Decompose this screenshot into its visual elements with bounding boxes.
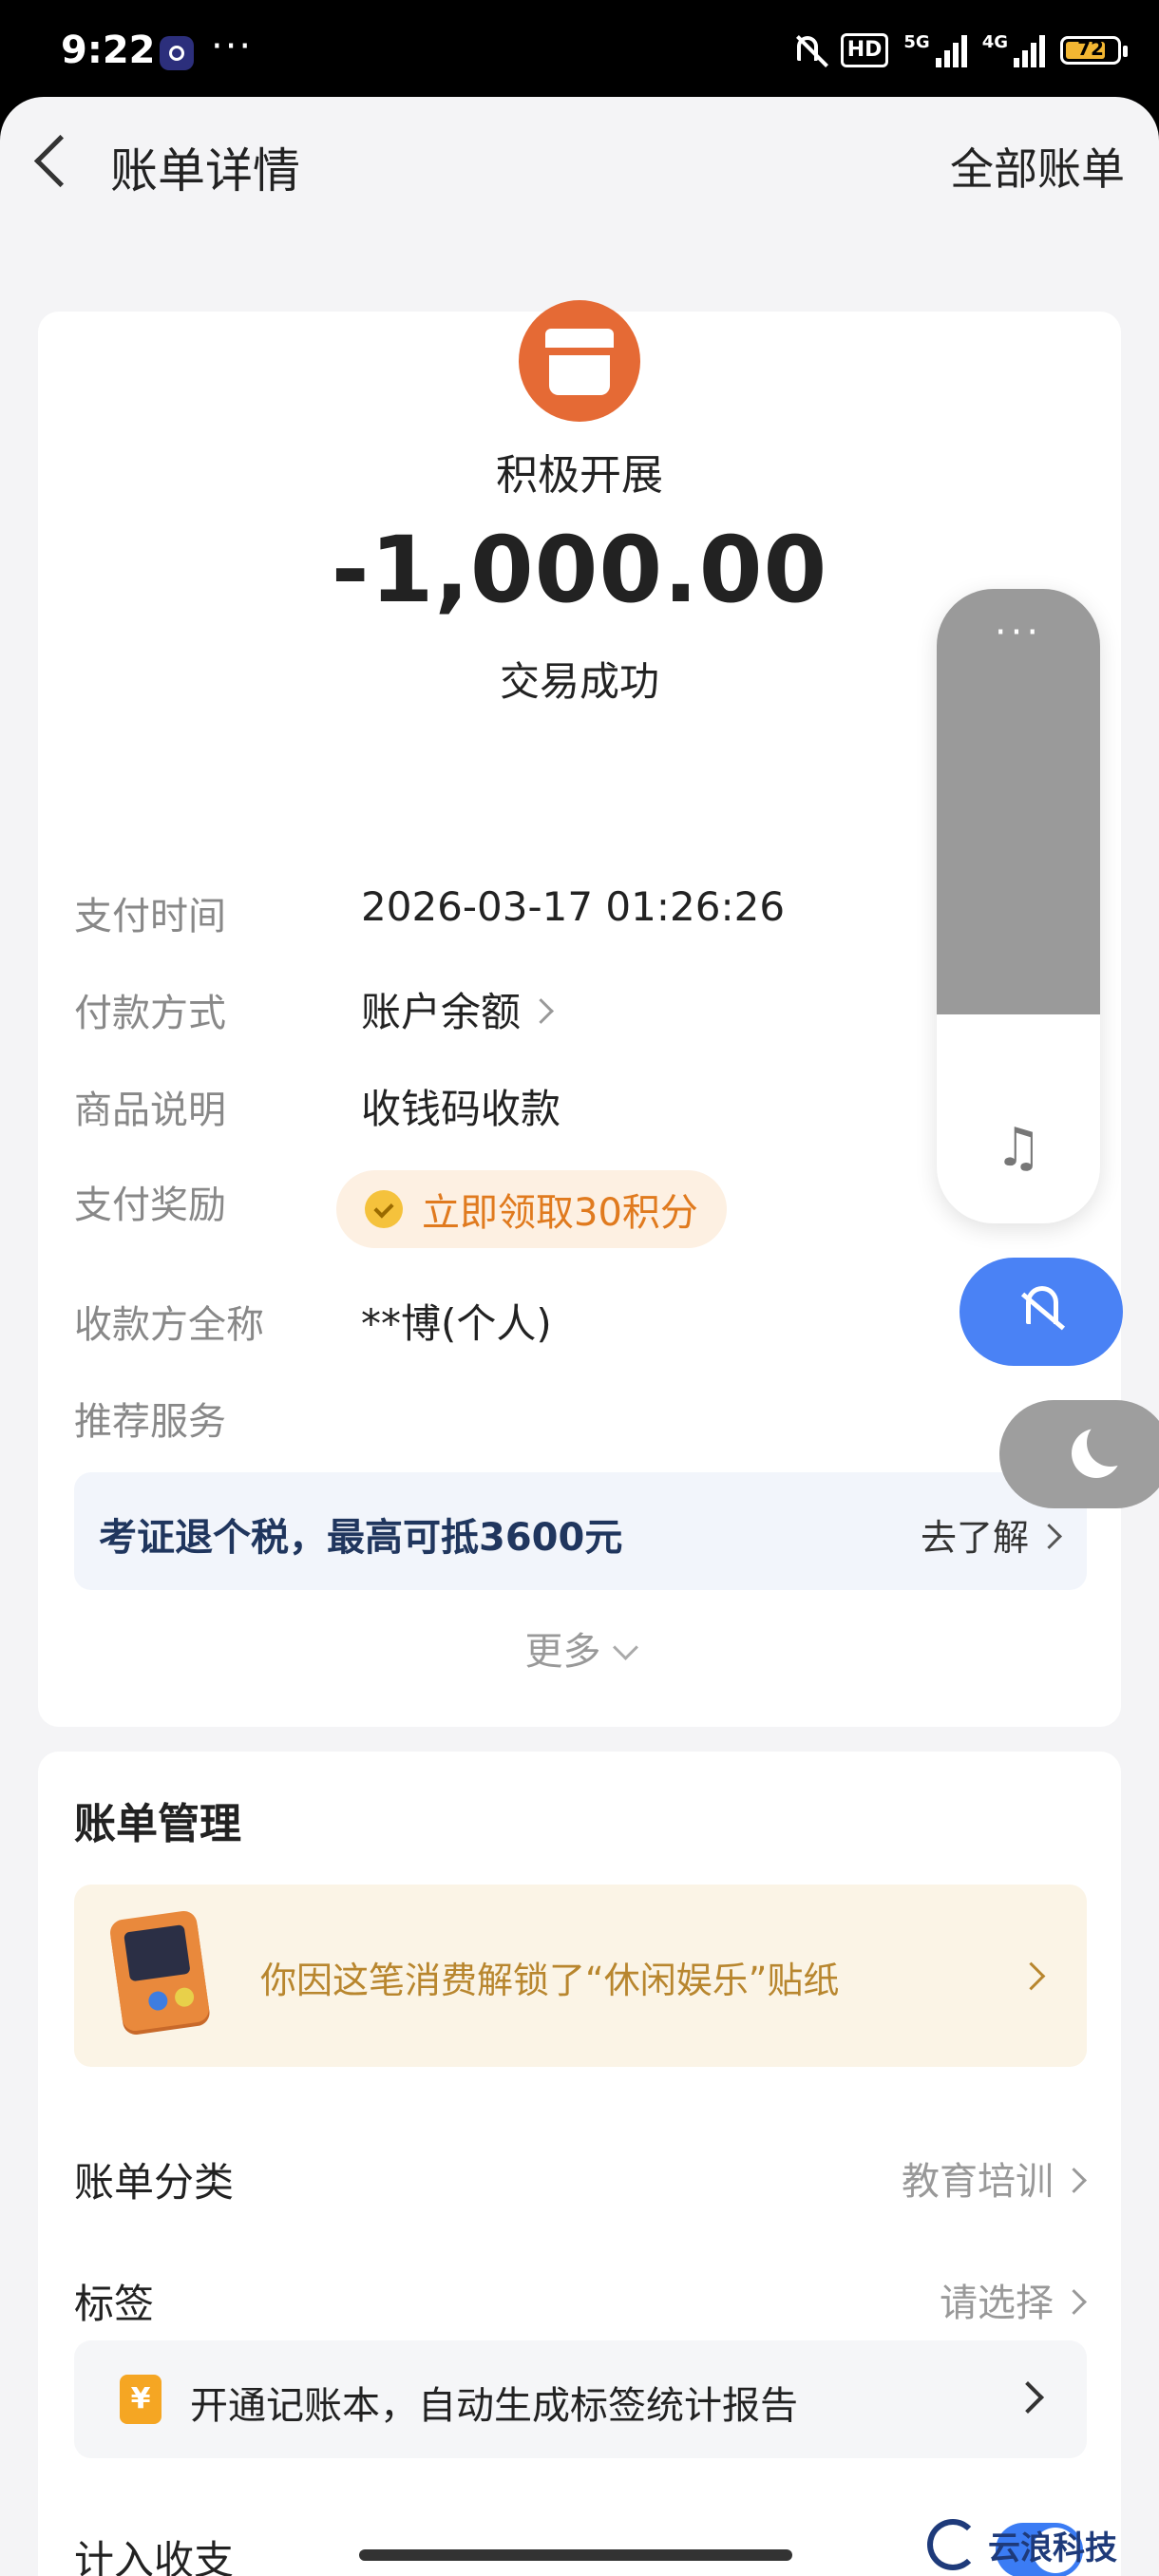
- claim-points-label: 立即领取30积分: [422, 1191, 698, 1235]
- tag-selector[interactable]: 请选择: [940, 2272, 1087, 2327]
- chevron-right-icon: [1036, 1524, 1062, 1549]
- product-label: 商品说明: [74, 1089, 226, 1132]
- watermark: 云浪科技: [927, 2519, 1117, 2570]
- pay-method-row[interactable]: 账户余额: [361, 980, 554, 1038]
- coin-icon: [365, 1190, 403, 1228]
- section-title: 账单管理: [74, 1800, 241, 1848]
- bill-management-card: 账单管理 你因这笔消费解锁了“休闲娱乐”贴纸 账单分类 教育培训 标签 请选择 …: [38, 1752, 1121, 2576]
- page-title: 账单详情: [110, 143, 300, 199]
- signal-4g-icon: [1014, 33, 1045, 67]
- app-screen: 账单详情 全部账单 积极开展 -1,000.00 交易成功 支付时间 2026-…: [0, 97, 1159, 2576]
- back-icon[interactable]: [33, 134, 87, 188]
- nav-bar: 账单详情 全部账单: [0, 97, 1159, 230]
- tax-promo-banner[interactable]: 考证退个税，最高可抵3600元 去了解: [74, 1472, 1087, 1590]
- reward-label: 支付奖励: [74, 1184, 226, 1227]
- promo-link[interactable]: 去了解: [920, 1508, 1062, 1561]
- app-notification-icon: [160, 36, 194, 70]
- dark-mode-button[interactable]: [999, 1400, 1159, 1508]
- watermark-text: 云浪科技: [988, 2529, 1117, 2567]
- category-selector[interactable]: 教育培训: [902, 2150, 1087, 2206]
- mute-icon: [789, 32, 826, 68]
- tag-label: 标签: [74, 2281, 155, 2327]
- pay-method-label: 付款方式: [74, 992, 226, 1035]
- mute-toggle-button[interactable]: [960, 1258, 1123, 1366]
- pay-method-value: 账户余额: [361, 989, 522, 1035]
- product-value: 收钱码收款: [361, 1086, 561, 1132]
- more-button[interactable]: 更多: [38, 1620, 1121, 1676]
- sticker-text: 你因这笔消费解锁了“休闲娱乐”贴纸: [260, 1960, 840, 2001]
- hd-icon: HD: [840, 33, 889, 67]
- music-icon: ♫: [994, 1117, 1043, 1179]
- sticker-banner[interactable]: 你因这笔消费解锁了“休闲娱乐”贴纸: [74, 1885, 1087, 2067]
- tag-value: 请选择: [940, 2282, 1054, 2325]
- more-notifications-icon: ···: [211, 25, 254, 68]
- network-5g-label: 5G: [903, 32, 930, 52]
- payee-value: **博(个人): [361, 1300, 552, 1347]
- promo-link-label: 去了解: [920, 1517, 1029, 1559]
- chevron-right-icon: [1061, 2167, 1087, 2193]
- category-label: 账单分类: [74, 2159, 235, 2206]
- more-label: 更多: [524, 1630, 601, 1674]
- game-console-sticker-icon: [108, 1909, 211, 2033]
- claim-points-button[interactable]: 立即领取30积分: [336, 1170, 727, 1248]
- chevron-down-icon: [612, 1635, 638, 1660]
- ledger-text: 开通记账本，自动生成标签统计报告: [190, 2384, 798, 2428]
- merchant-name: 积极开展: [496, 451, 663, 500]
- chevron-right-icon: [528, 998, 554, 1024]
- more-icon[interactable]: ···: [937, 614, 1100, 652]
- watermark-logo-icon: [927, 2519, 978, 2570]
- chevron-right-icon: [1061, 2288, 1087, 2315]
- status-time: 9:22: [61, 28, 156, 72]
- category-value: 教育培训: [902, 2160, 1054, 2204]
- payee-label: 收款方全称: [74, 1303, 264, 1347]
- network-4g-label: 4G: [981, 32, 1008, 52]
- all-bills-link[interactable]: 全部账单: [950, 135, 1125, 198]
- include-label: 计入收支: [74, 2537, 235, 2576]
- chevron-right-icon: [1016, 1961, 1046, 1991]
- signal-5g-icon: [935, 33, 967, 67]
- recommend-label: 推荐服务: [74, 1400, 226, 1444]
- battery-level: 72: [1077, 37, 1104, 60]
- store-icon: [519, 300, 640, 422]
- pay-time-value: 2026-03-17 01:26:26: [361, 883, 786, 930]
- ledger-promo-banner[interactable]: ¥ 开通记账本，自动生成标签统计报告: [74, 2340, 1087, 2458]
- status-bar: 9:22 ··· HD 5G 4G 72: [0, 0, 1159, 104]
- pay-time-label: 支付时间: [74, 895, 226, 938]
- volume-slider[interactable]: ··· ♫: [937, 589, 1100, 1223]
- chevron-right-icon: [1012, 2381, 1044, 2414]
- home-indicator[interactable]: [359, 2549, 792, 2561]
- battery-icon: 72: [1060, 36, 1128, 65]
- yen-icon: ¥: [120, 2375, 162, 2424]
- promo-text: 考证退个税，最高可抵3600元: [99, 1516, 623, 1560]
